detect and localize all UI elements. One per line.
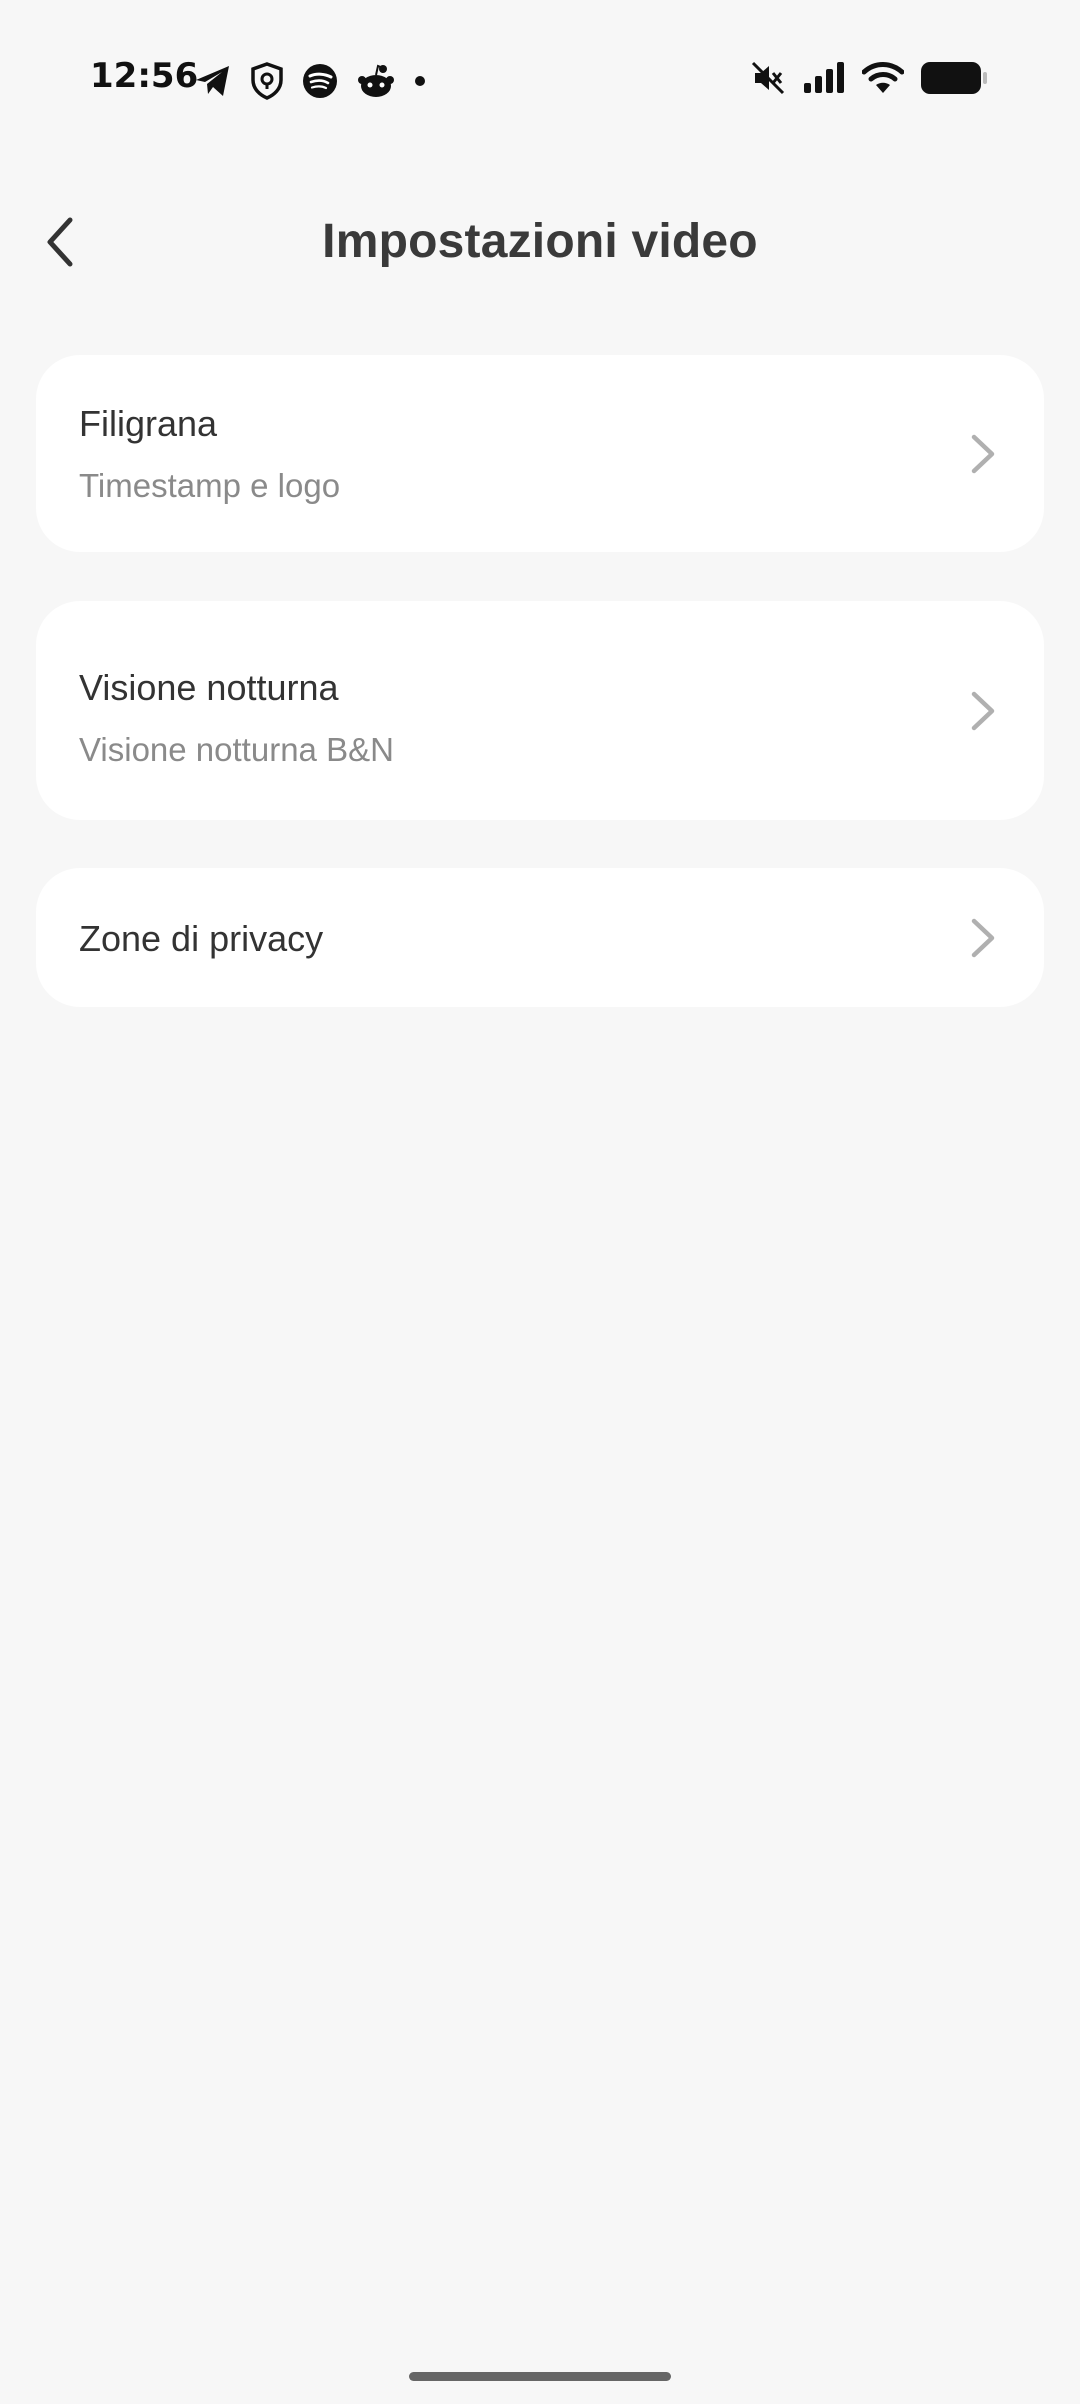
notification-icons xyxy=(194,62,426,100)
status-bar: 12:56 xyxy=(0,0,1080,160)
system-icons xyxy=(750,60,988,96)
chevron-right-icon xyxy=(971,918,995,958)
settings-item-subtitle: Timestamp e logo xyxy=(79,467,341,504)
settings-item-title: Zone di privacy xyxy=(79,918,324,959)
battery-icon xyxy=(921,62,987,94)
settings-item-night-vision[interactable]: Visione notturna Visione notturna B&N xyxy=(36,601,1044,820)
chevron-right-icon xyxy=(971,691,995,731)
home-indicator[interactable] xyxy=(409,2372,671,2381)
page-title: Impostazioni video xyxy=(322,215,758,268)
settings-item-title: Filigrana xyxy=(79,403,218,444)
header: Impostazioni video xyxy=(0,200,1080,290)
settings-item-privacy-zones[interactable]: Zone di privacy xyxy=(36,868,1044,1007)
dot-icon xyxy=(415,76,425,86)
wifi-icon xyxy=(862,62,904,93)
status-time: 12:56 xyxy=(90,56,199,96)
settings-item-watermark[interactable]: Filigrana Timestamp e logo xyxy=(36,355,1044,552)
settings-item-title: Visione notturna xyxy=(79,667,339,708)
shield-icon xyxy=(251,62,283,100)
spotify-icon xyxy=(303,64,337,98)
signal-icon xyxy=(804,62,844,93)
settings-item-subtitle: Visione notturna B&N xyxy=(79,731,394,768)
mute-icon xyxy=(751,61,785,95)
reddit-icon xyxy=(358,64,394,97)
telegram-icon xyxy=(196,66,229,96)
chevron-right-icon xyxy=(971,434,995,474)
